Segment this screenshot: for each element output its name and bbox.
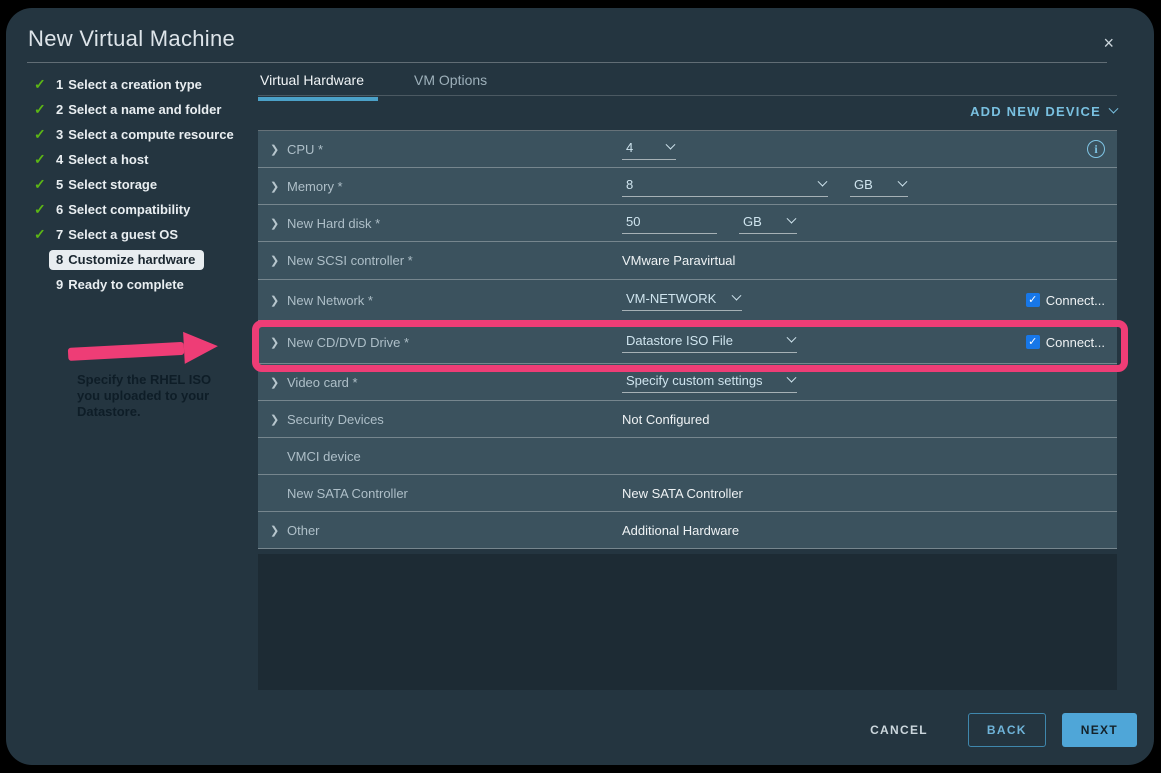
check-icon: ✓ (34, 201, 56, 218)
check-icon: ✓ (34, 126, 56, 143)
cancel-button[interactable]: CANCEL (870, 723, 928, 737)
close-icon[interactable]: × (1103, 34, 1114, 52)
step-label: Select a creation type (68, 77, 202, 92)
tabs-divider (258, 95, 1117, 96)
expand-chevron-icon[interactable]: ❯ (270, 254, 287, 267)
step-ready-to-complete[interactable]: 9 Ready to complete (34, 272, 252, 297)
memory-size-select[interactable]: 8 (622, 175, 828, 197)
chevron-down-icon (666, 140, 676, 150)
next-button[interactable]: NEXT (1062, 713, 1137, 747)
cpu-count-select[interactable]: 4 (622, 138, 676, 160)
row-memory[interactable]: ❯ Memory * 8 GB (258, 168, 1117, 205)
row-hard-disk[interactable]: ❯ New Hard disk * 50 GB (258, 205, 1117, 242)
step-label: Select a guest OS (68, 227, 178, 242)
step-select-creation-type[interactable]: ✓ 1 Select a creation type (34, 72, 252, 97)
check-icon: ✓ (34, 226, 56, 243)
row-network[interactable]: ❯ New Network * VM-NETWORK ✓ Connect... (258, 280, 1117, 321)
expand-chevron-icon[interactable]: ❯ (270, 217, 287, 230)
back-button[interactable]: BACK (968, 713, 1046, 747)
expand-chevron-icon[interactable]: ❯ (270, 524, 287, 537)
wizard-steps: ✓ 1 Select a creation type ✓ 2 Select a … (34, 72, 252, 297)
check-icon: ✓ (34, 101, 56, 118)
add-new-device-button[interactable]: ADD NEW DEVICE (970, 104, 1117, 119)
step-label: Select a compute resource (68, 127, 233, 142)
row-other[interactable]: ❯ Other Additional Hardware (258, 512, 1117, 549)
step-label: Select storage (68, 177, 157, 192)
other-value: Additional Hardware (622, 523, 739, 538)
cd-dvd-connect-checkbox[interactable]: ✓ Connect... (1026, 335, 1105, 350)
expand-chevron-icon[interactable]: ❯ (270, 413, 287, 426)
row-vmci-device: VMCI device (258, 438, 1117, 475)
chevron-down-icon (787, 333, 797, 343)
expand-chevron-icon[interactable]: ❯ (270, 143, 287, 156)
chevron-down-icon (787, 373, 797, 383)
step-select-name-folder[interactable]: ✓ 2 Select a name and folder (34, 97, 252, 122)
step-select-compute-resource[interactable]: ✓ 3 Select a compute resource (34, 122, 252, 147)
step-select-guest-os[interactable]: ✓ 7 Select a guest OS (34, 222, 252, 247)
row-video-card[interactable]: ❯ Video card * Specify custom settings (258, 364, 1117, 401)
step-label: Customize hardware (68, 252, 195, 267)
footer-actions: CANCEL BACK NEXT (6, 713, 1137, 747)
expand-chevron-icon[interactable]: ❯ (270, 376, 287, 389)
step-label: Select a name and folder (68, 102, 221, 117)
expand-chevron-icon[interactable]: ❯ (270, 180, 287, 193)
chevron-down-icon (1109, 104, 1119, 114)
chevron-down-icon (787, 214, 797, 224)
check-icon: ✓ (34, 76, 56, 93)
step-label: Ready to complete (68, 277, 184, 292)
title-divider (27, 62, 1107, 63)
memory-unit-select[interactable]: GB (850, 175, 908, 197)
step-select-host[interactable]: ✓ 4 Select a host (34, 147, 252, 172)
chevron-down-icon (898, 177, 908, 187)
step-customize-hardware[interactable]: 8 Customize hardware (34, 247, 252, 272)
device-list-empty-area (258, 554, 1117, 690)
step-select-compatibility[interactable]: ✓ 6 Select compatibility (34, 197, 252, 222)
video-card-select[interactable]: Specify custom settings (622, 371, 797, 393)
info-icon[interactable]: i (1087, 140, 1105, 158)
row-scsi-controller[interactable]: ❯ New SCSI controller * VMware Paravirtu… (258, 242, 1117, 280)
security-devices-value: Not Configured (622, 412, 709, 427)
new-vm-wizard-dialog: New Virtual Machine × Virtual Hardware V… (6, 8, 1154, 765)
checkbox-checked-icon: ✓ (1026, 293, 1040, 307)
row-sata-controller: New SATA Controller New SATA Controller (258, 475, 1117, 512)
checkbox-checked-icon: ✓ (1026, 335, 1040, 349)
expand-chevron-icon[interactable]: ❯ (270, 294, 287, 307)
cd-dvd-source-select[interactable]: Datastore ISO File (622, 331, 797, 353)
hardware-table: ❯ CPU * 4 i ❯ Memory * 8 (258, 130, 1117, 549)
annotation-text: Specify the RHEL ISO you uploaded to you… (77, 372, 229, 420)
step-label: Select a host (68, 152, 148, 167)
scsi-controller-value: VMware Paravirtual (622, 253, 735, 268)
row-cpu[interactable]: ❯ CPU * 4 i (258, 131, 1117, 168)
chevron-down-icon (732, 291, 742, 301)
annotation-arrow (67, 330, 218, 370)
check-icon: ✓ (34, 151, 56, 168)
network-select[interactable]: VM-NETWORK (622, 289, 742, 311)
row-cd-dvd-drive[interactable]: ❯ New CD/DVD Drive * Datastore ISO File … (258, 321, 1117, 364)
chevron-down-icon (818, 177, 828, 187)
step-select-storage[interactable]: ✓ 5 Select storage (34, 172, 252, 197)
dialog-title: New Virtual Machine (28, 26, 235, 52)
expand-chevron-icon[interactable]: ❯ (270, 336, 287, 349)
disk-unit-select[interactable]: GB (739, 212, 797, 234)
step-label: Select compatibility (68, 202, 190, 217)
sata-controller-value: New SATA Controller (622, 486, 743, 501)
network-connect-checkbox[interactable]: ✓ Connect... (1026, 293, 1105, 308)
row-security-devices[interactable]: ❯ Security Devices Not Configured (258, 401, 1117, 438)
disk-size-input[interactable]: 50 (622, 212, 717, 234)
check-icon: ✓ (34, 176, 56, 193)
